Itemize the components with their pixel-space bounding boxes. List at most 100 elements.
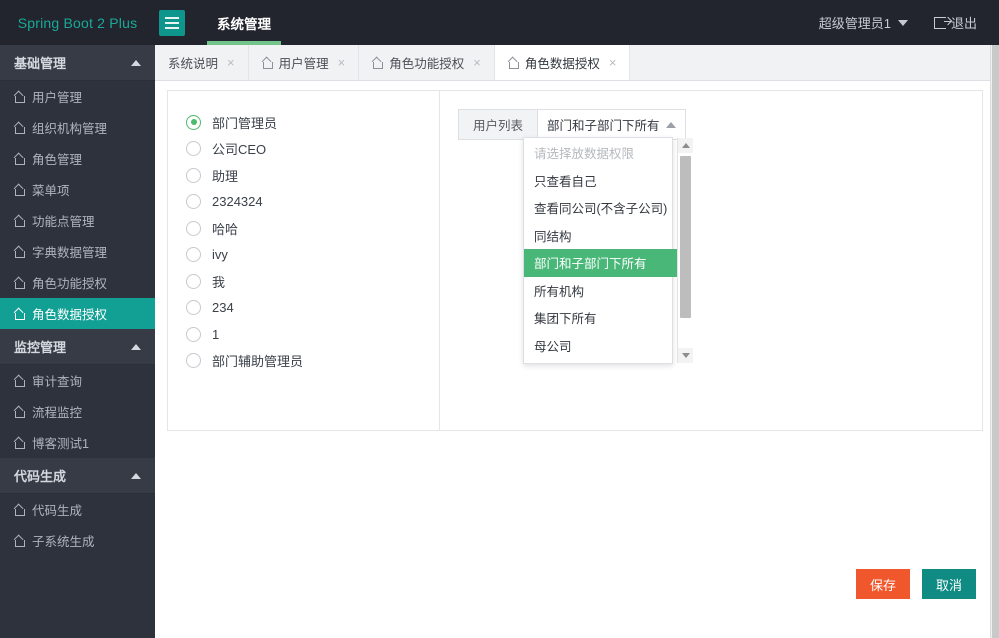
- chevron-up-icon: [131, 343, 141, 350]
- data-permission-select[interactable]: 部门和子部门下所有: [537, 109, 686, 140]
- home-icon: [14, 215, 25, 227]
- chevron-up-icon: [131, 472, 141, 479]
- tab-role-function-auth[interactable]: 角色功能授权 ×: [359, 45, 495, 80]
- close-icon[interactable]: ×: [227, 56, 235, 69]
- dropdown-option[interactable]: 集团下所有: [524, 304, 677, 332]
- sidebar-item-role-function-auth[interactable]: 角色功能授权: [0, 267, 155, 298]
- dropdown-option[interactable]: 只查看自己: [524, 167, 677, 195]
- radio-button[interactable]: [186, 141, 201, 156]
- sidebar-item-dictionary-data[interactable]: 字典数据管理: [0, 236, 155, 267]
- sidebar-item-blog-test-1[interactable]: 博客测试1: [0, 427, 155, 458]
- sidebar-item-org-management[interactable]: 组织机构管理: [0, 112, 155, 143]
- sidebar-item-label: 功能点管理: [32, 215, 95, 229]
- top-nav-tab-label: 系统管理: [217, 16, 271, 32]
- tab-role-data-auth[interactable]: 角色数据授权 ×: [494, 45, 631, 80]
- dropdown-scrollbar[interactable]: [677, 138, 694, 363]
- app-root: Spring Boot 2 Plus 系统管理 超级管理员1 退出 基础管理 用…: [0, 0, 999, 638]
- role-radio-row[interactable]: 哈哈: [186, 215, 439, 241]
- home-icon: [14, 153, 25, 165]
- data-permission-dropdown: 请选择放数据权限 只查看自己 查看同公司(不含子公司) 同结构 部门和子部门下所: [523, 137, 694, 364]
- home-icon: [14, 437, 25, 449]
- radio-button[interactable]: [186, 114, 201, 130]
- sidebar-group-codegen[interactable]: 代码生成: [0, 458, 155, 494]
- tab-system-description[interactable]: 系统说明 ×: [155, 45, 249, 80]
- sidebar-item-role-data-auth[interactable]: 角色数据授权: [0, 298, 155, 329]
- radio-button[interactable]: [186, 353, 201, 368]
- sidebar-item-user-management[interactable]: 用户管理: [0, 81, 155, 112]
- authorization-panel: 部门管理员 公司CEO 助理 2324324 哈哈 ivy 我 234 1 部门…: [167, 90, 983, 431]
- scroll-up-icon[interactable]: [678, 138, 694, 153]
- sidebar-item-function-points[interactable]: 功能点管理: [0, 205, 155, 236]
- home-icon: [14, 122, 25, 134]
- sidebar-group-monitor[interactable]: 监控管理: [0, 329, 155, 365]
- dropdown-option-selected[interactable]: 部门和子部门下所有: [524, 249, 678, 277]
- radio-button[interactable]: [186, 326, 201, 342]
- hamburger-icon[interactable]: [159, 9, 185, 36]
- role-radio-row[interactable]: 部门辅助管理员: [186, 348, 439, 374]
- tab-label: 系统说明: [168, 57, 219, 71]
- sidebar-item-label: 子系统生成: [32, 535, 95, 549]
- sidebar-item-menu-items[interactable]: 菜单项: [0, 174, 155, 205]
- sidebar-item-process-monitor[interactable]: 流程监控: [0, 396, 155, 427]
- sidebar-item-label: 流程监控: [32, 406, 83, 420]
- close-icon[interactable]: ×: [609, 56, 617, 69]
- home-icon: [14, 91, 25, 103]
- save-button[interactable]: 保存: [855, 569, 910, 599]
- radio-button[interactable]: [186, 273, 201, 289]
- radio-button[interactable]: [186, 300, 201, 315]
- chevron-up-icon: [131, 59, 141, 66]
- sidebar-item-subsystem-generation[interactable]: 子系统生成: [0, 525, 155, 556]
- home-icon: [14, 184, 25, 196]
- role-radio-row[interactable]: 2324324: [186, 189, 439, 215]
- sidebar: 基础管理 用户管理 组织机构管理 角色管理 菜单项 功能点管理 字典数据管理 角…: [0, 45, 155, 638]
- close-icon[interactable]: ×: [338, 56, 346, 69]
- sidebar-item-role-management[interactable]: 角色管理: [0, 143, 155, 174]
- dropdown-option[interactable]: 所有机构: [524, 277, 677, 305]
- role-radio-row[interactable]: 234: [186, 295, 439, 321]
- tab-label: 角色数据授权: [524, 57, 600, 71]
- role-radio-row[interactable]: 公司CEO: [186, 136, 439, 162]
- page-scrollbar[interactable]: [990, 45, 999, 638]
- dropdown-option[interactable]: 母公司: [524, 332, 677, 360]
- home-icon: [508, 57, 519, 69]
- role-label: 我: [212, 274, 226, 290]
- role-list: 部门管理员 公司CEO 助理 2324324 哈哈 ivy 我 234 1 部门…: [168, 91, 440, 430]
- logout-button[interactable]: 退出: [933, 13, 977, 32]
- role-radio-row[interactable]: ivy: [186, 242, 439, 268]
- user-menu[interactable]: 超级管理员1: [819, 13, 908, 32]
- logout-label: 退出: [950, 16, 977, 31]
- home-icon: [14, 246, 25, 258]
- sidebar-group-basic[interactable]: 基础管理: [0, 45, 155, 81]
- role-radio-row[interactable]: 我: [186, 268, 439, 294]
- home-icon: [262, 57, 273, 69]
- role-radio-row[interactable]: 助理: [186, 162, 439, 188]
- role-label: 公司CEO: [212, 142, 267, 157]
- dropdown-option-placeholder[interactable]: 请选择放数据权限: [524, 139, 677, 167]
- dropdown-option-label: 只查看自己: [534, 174, 597, 189]
- role-radio-row[interactable]: 1: [186, 321, 439, 347]
- scrollbar-thumb[interactable]: [680, 156, 692, 318]
- sidebar-item-code-generation[interactable]: 代码生成: [0, 494, 155, 525]
- page-scrollbar-thumb[interactable]: [992, 45, 999, 638]
- cancel-button[interactable]: 取消: [921, 569, 976, 599]
- header-right: 超级管理员1 退出: [819, 13, 999, 32]
- role-radio-row[interactable]: 部门管理员: [186, 109, 439, 135]
- close-icon[interactable]: ×: [473, 56, 481, 69]
- radio-button[interactable]: [186, 247, 201, 262]
- dropdown-option[interactable]: 同结构: [524, 222, 677, 250]
- sidebar-item-audit-query[interactable]: 审计查询: [0, 365, 155, 396]
- scroll-down-icon[interactable]: [678, 348, 694, 363]
- radio-button[interactable]: [186, 194, 201, 209]
- sidebar-group-label: 代码生成: [14, 469, 67, 484]
- radio-button[interactable]: [186, 167, 201, 183]
- sidebar-item-label: 角色功能授权: [32, 277, 108, 291]
- top-nav-tab-system[interactable]: 系统管理: [207, 0, 281, 45]
- tab-label: 用户管理: [278, 57, 329, 71]
- role-label: 部门管理员: [212, 115, 278, 131]
- permission-selector-area: 用户列表 部门和子部门下所有 请选择放数据权限 只查看自己 查看同公司(不含子公…: [440, 91, 982, 430]
- radio-button[interactable]: [186, 220, 201, 236]
- tab-user-management[interactable]: 用户管理 ×: [249, 45, 360, 80]
- dropdown-option[interactable]: 查看同公司(不含子公司): [524, 194, 677, 222]
- role-label: 1: [212, 326, 220, 342]
- home-icon: [14, 535, 25, 547]
